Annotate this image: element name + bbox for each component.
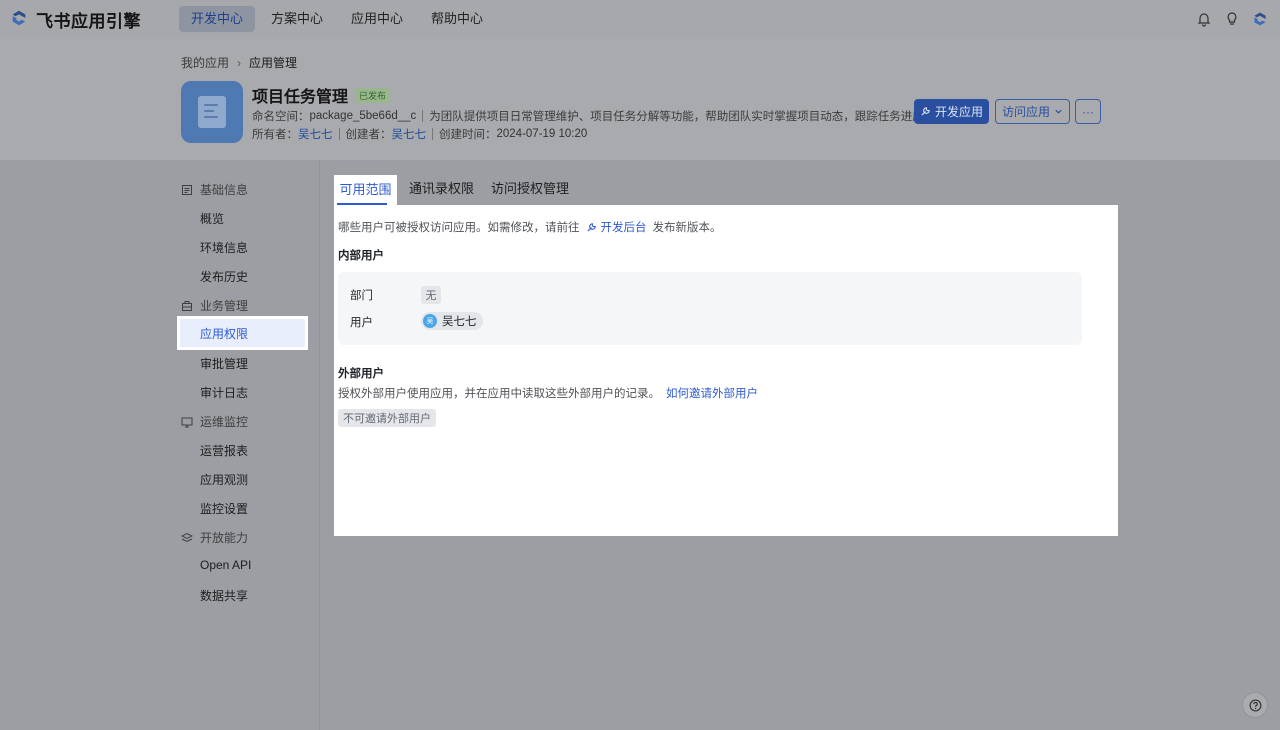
app-description: 为团队提供项目日常管理维护、项目任务分解等功能，帮助团队实时掌握项目动态，跟踪任… xyxy=(429,111,924,123)
invite-external-link[interactable]: 如何邀请外部用户 xyxy=(666,388,758,400)
develop-app-button[interactable]: 开发应用 xyxy=(914,99,989,124)
sidebar-item-data-sharing[interactable]: 数据共享 xyxy=(200,587,248,604)
sidebar-group-ops: 运维监控 xyxy=(181,413,248,430)
sidebar-item-open-api[interactable]: Open API xyxy=(200,558,251,572)
more-actions-button[interactable]: ··· xyxy=(1075,99,1101,124)
brand-logo-icon[interactable] xyxy=(1252,11,1268,27)
sidebar-item-observability[interactable]: 应用观测 xyxy=(200,471,248,488)
tab-access-authorization[interactable]: 访问授权管理 xyxy=(491,178,569,197)
divider xyxy=(338,128,340,140)
creator-link[interactable]: 吴七七 xyxy=(392,126,427,142)
external-users-title: 外部用户 xyxy=(338,368,384,380)
top-nav: 飞书应用引擎 开发中心 方案中心 应用中心 帮助中心 xyxy=(0,0,1280,38)
divider xyxy=(432,128,433,140)
sidebar-group-basic-info: 基础信息 xyxy=(181,181,248,198)
brand-logo[interactable]: 飞书应用引擎 xyxy=(10,7,170,32)
top-right-tools xyxy=(1184,0,1268,38)
breadcrumb-parent[interactable]: 我的应用 xyxy=(181,54,229,71)
owner-link[interactable]: 吴七七 xyxy=(298,126,333,142)
top-tabs: 开发中心 方案中心 应用中心 帮助中心 xyxy=(179,6,499,32)
question-icon xyxy=(1249,699,1262,712)
more-icon: ··· xyxy=(1082,104,1094,119)
sidebar-item-monitor-settings[interactable]: 监控设置 xyxy=(200,500,248,517)
scope-panel: 哪些用户可被授权访问应用。如需修改，请前往 开发后台 发布新版本。 内部用户 部… xyxy=(334,205,1118,536)
tab-scope[interactable]: 可用范围 xyxy=(334,175,397,205)
sidebar-item-audit-log[interactable]: 审计日志 xyxy=(200,384,248,401)
internal-users-title: 内部用户 xyxy=(338,250,384,262)
created-time-label: 创建时间： xyxy=(439,129,497,141)
namespace-label: 命名空间： xyxy=(252,111,310,123)
top-tab-dev-center[interactable]: 开发中心 xyxy=(179,6,256,32)
brand-logo-icon xyxy=(10,9,28,30)
scope-description: 哪些用户可被授权访问应用。如需修改，请前往 开发后台 发布新版本。 xyxy=(338,219,722,235)
app-title: 项目任务管理 已发布 xyxy=(252,83,391,107)
owner-label: 所有者： xyxy=(252,129,298,141)
wrench-icon xyxy=(586,222,596,232)
layers-icon xyxy=(180,532,194,544)
chevron-down-icon xyxy=(1054,107,1063,116)
sidebar-group-business: 业务管理 xyxy=(181,297,248,314)
sidebar-item-app-permissions[interactable]: 应用权限 xyxy=(177,316,308,350)
visit-app-button[interactable]: 访问应用 xyxy=(995,99,1070,124)
chevron-right-icon: › xyxy=(237,55,242,70)
wrench-icon xyxy=(920,106,931,117)
department-label: 部门 xyxy=(350,290,373,302)
avatar: 吴 xyxy=(423,314,437,328)
external-invite-status-tag: 不可邀请外部用户 xyxy=(338,409,436,427)
top-tab-solution-center[interactable]: 方案中心 xyxy=(259,6,335,32)
help-button[interactable] xyxy=(1242,692,1268,718)
file-list-icon xyxy=(181,184,193,196)
app-meta-line-2: 所有者： 吴七七 创建者： 吴七七 创建时间： 2024-07-19 10:20 xyxy=(252,126,587,142)
sidebar xyxy=(0,160,320,730)
breadcrumb: 我的应用 › 应用管理 xyxy=(181,54,297,71)
creator-label: 创建者： xyxy=(345,129,392,141)
briefcase-icon xyxy=(181,300,193,312)
document-icon xyxy=(198,96,226,128)
top-tab-app-center[interactable]: 应用中心 xyxy=(339,6,415,32)
user-label: 用户 xyxy=(350,317,373,329)
created-time-value: 2024-07-19 10:20 xyxy=(496,128,588,140)
user-chip[interactable]: 吴 吴七七 xyxy=(421,312,483,330)
dev-console-link[interactable]: 开发后台 xyxy=(586,219,647,235)
top-tab-help-center[interactable]: 帮助中心 xyxy=(419,6,495,32)
namespace-value: package_5be66d__c xyxy=(309,110,417,122)
app-icon xyxy=(181,81,243,143)
monitor-icon xyxy=(181,416,193,428)
breadcrumb-current: 应用管理 xyxy=(249,56,298,70)
sidebar-item-release-history[interactable]: 发布历史 xyxy=(200,268,248,285)
tab-contacts-permission[interactable]: 通讯录权限 xyxy=(409,178,474,197)
department-value: 无 xyxy=(421,286,441,304)
sidebar-group-open-capability: 开放能力 xyxy=(180,529,248,546)
sidebar-item-overview[interactable]: 概览 xyxy=(200,210,224,227)
external-users-description: 授权外部用户使用应用，并在应用中读取这些外部用户的记录。 如何邀请外部用户 xyxy=(338,388,758,400)
bulb-icon[interactable] xyxy=(1224,11,1240,27)
sidebar-item-approval[interactable]: 审批管理 xyxy=(200,355,248,372)
sidebar-item-env-info[interactable]: 环境信息 xyxy=(200,239,248,256)
divider xyxy=(422,110,424,122)
status-badge: 已发布 xyxy=(355,87,391,103)
bell-icon[interactable] xyxy=(1196,11,1212,27)
sidebar-item-reports[interactable]: 运营报表 xyxy=(200,442,248,459)
user-name: 吴七七 xyxy=(442,316,477,328)
internal-users-box: 部门 无 用户 吴 吴七七 xyxy=(338,272,1082,345)
brand-name: 飞书应用引擎 xyxy=(36,11,141,31)
app-name: 项目任务管理 xyxy=(252,89,349,106)
app-meta-line-1: 命名空间： package_5be66d__c 为团队提供项目日常管理维护、项目… xyxy=(252,108,924,124)
